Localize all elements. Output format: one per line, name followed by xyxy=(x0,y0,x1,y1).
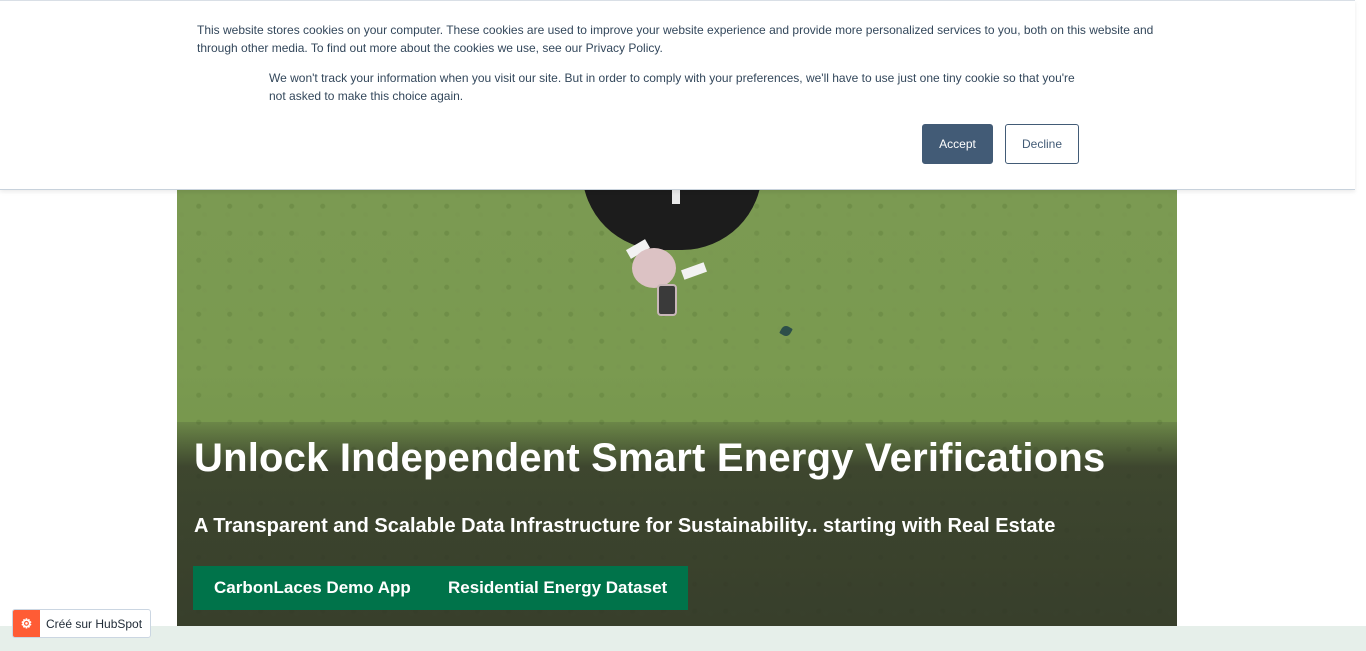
decline-cookies-button[interactable]: Decline xyxy=(1005,124,1079,164)
next-section-strip xyxy=(0,626,1366,651)
hero-image-collar xyxy=(672,190,680,204)
hero-section: Unlock Independent Smart Energy Verifica… xyxy=(177,190,1177,626)
hubspot-sprocket-icon: ⚙ xyxy=(13,610,40,637)
carbonlaces-demo-app-button[interactable]: CarbonLaces Demo App xyxy=(193,566,432,610)
hero-image-phone xyxy=(657,284,677,316)
page: Unlock Independent Smart Energy Verifica… xyxy=(0,0,1366,651)
hero-subtitle: A Transparent and Scalable Data Infrastr… xyxy=(194,515,1056,537)
cookie-banner-text: This website stores cookies on your comp… xyxy=(197,23,1154,55)
cookie-banner-secondary-text: We won't track your information when you… xyxy=(269,71,1075,103)
accept-cookies-button[interactable]: Accept xyxy=(922,124,993,164)
hero-image-cuff xyxy=(681,262,707,280)
hero-image-bird xyxy=(779,324,793,338)
hero-image-hands xyxy=(632,248,676,288)
cookie-banner: This website stores cookies on your comp… xyxy=(0,0,1355,190)
residential-energy-dataset-button[interactable]: Residential Energy Dataset xyxy=(427,566,689,610)
hero-title: Unlock Independent Smart Energy Verifica… xyxy=(194,436,1106,480)
hubspot-badge-label: Créé sur HubSpot xyxy=(46,616,143,631)
hubspot-badge[interactable]: ⚙ Créé sur HubSpot xyxy=(12,609,152,638)
